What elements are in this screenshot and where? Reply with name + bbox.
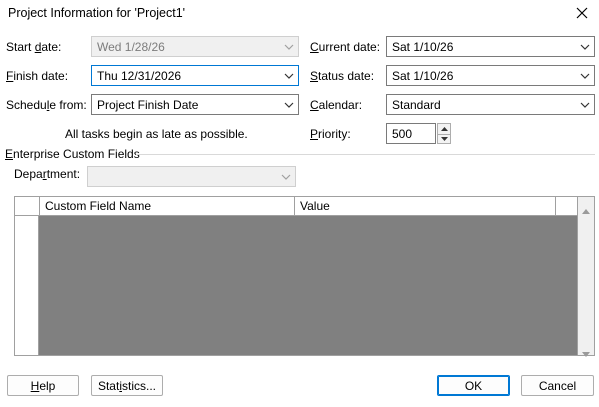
help-button[interactable]: Help <box>7 375 79 396</box>
department-label: Department: <box>14 167 81 181</box>
finish-date-label: Finish date: <box>6 69 69 83</box>
calendar-label: Calendar: <box>310 98 363 112</box>
status-date-combo[interactable]: Sat 1/10/26 <box>386 65 595 86</box>
spin-down-icon[interactable] <box>438 133 450 144</box>
row-header-column <box>15 216 39 355</box>
ok-button[interactable]: OK <box>437 375 510 396</box>
calendar-value: Standard <box>392 97 441 112</box>
grid-corner-cell <box>15 197 40 215</box>
calendar-combo[interactable]: Standard <box>386 94 595 115</box>
schedule-note: All tasks begin as late as possible. <box>65 127 248 141</box>
enterprise-section-title: Enterprise Custom Fields <box>5 147 140 161</box>
chevron-down-icon[interactable] <box>576 73 594 79</box>
spin-up-icon[interactable] <box>438 124 450 134</box>
finish-date-value[interactable]: Thu 12/31/2026 <box>97 69 280 83</box>
section-divider <box>136 154 595 155</box>
department-combo[interactable] <box>87 166 296 187</box>
priority-value[interactable]: 500 <box>392 127 412 141</box>
current-date-combo[interactable]: Sat 1/10/26 <box>386 36 595 57</box>
start-date-label: Start date: <box>6 40 62 54</box>
custom-fields-grid[interactable]: Custom Field Name Value <box>14 196 578 356</box>
priority-input[interactable]: 500 <box>386 123 436 144</box>
current-date-value: Sat 1/10/26 <box>392 39 454 54</box>
schedule-from-label: Schedule from: <box>6 98 87 112</box>
priority-label: Priority: <box>310 127 351 141</box>
schedule-from-combo[interactable]: Project Finish Date <box>91 94 299 115</box>
grid-scrollbar[interactable] <box>578 196 595 357</box>
scroll-up-icon[interactable] <box>582 203 590 217</box>
chevron-down-icon <box>277 174 295 180</box>
status-date-value: Sat 1/10/26 <box>392 68 454 83</box>
close-icon <box>576 7 588 19</box>
scroll-down-icon[interactable] <box>582 346 590 360</box>
chevron-down-icon <box>280 44 298 50</box>
close-button[interactable] <box>571 2 593 24</box>
chevron-down-icon[interactable] <box>280 102 298 108</box>
start-date-combo[interactable]: Wed 1/28/26 <box>91 36 299 57</box>
column-header-value[interactable]: Value <box>295 197 556 215</box>
statistics-button[interactable]: Stat i stics... <box>91 375 163 396</box>
chevron-down-icon[interactable] <box>576 44 594 50</box>
cancel-button[interactable]: Cancel <box>521 375 594 396</box>
priority-spinner[interactable] <box>437 123 451 144</box>
current-date-label: Current date: <box>310 40 381 54</box>
chevron-down-icon[interactable] <box>280 73 298 79</box>
dialog-title: Project Information for 'Project1' <box>8 6 186 20</box>
chevron-down-icon[interactable] <box>576 102 594 108</box>
schedule-from-value: Project Finish Date <box>97 97 199 112</box>
start-date-value: Wed 1/28/26 <box>97 39 165 54</box>
grid-header: Custom Field Name Value <box>15 197 577 216</box>
status-date-label: Status date: <box>310 69 375 83</box>
grid-empty-area <box>39 216 577 355</box>
finish-date-combo[interactable]: Thu 12/31/2026 <box>91 65 299 86</box>
column-header-custom-field-name[interactable]: Custom Field Name <box>40 197 295 215</box>
